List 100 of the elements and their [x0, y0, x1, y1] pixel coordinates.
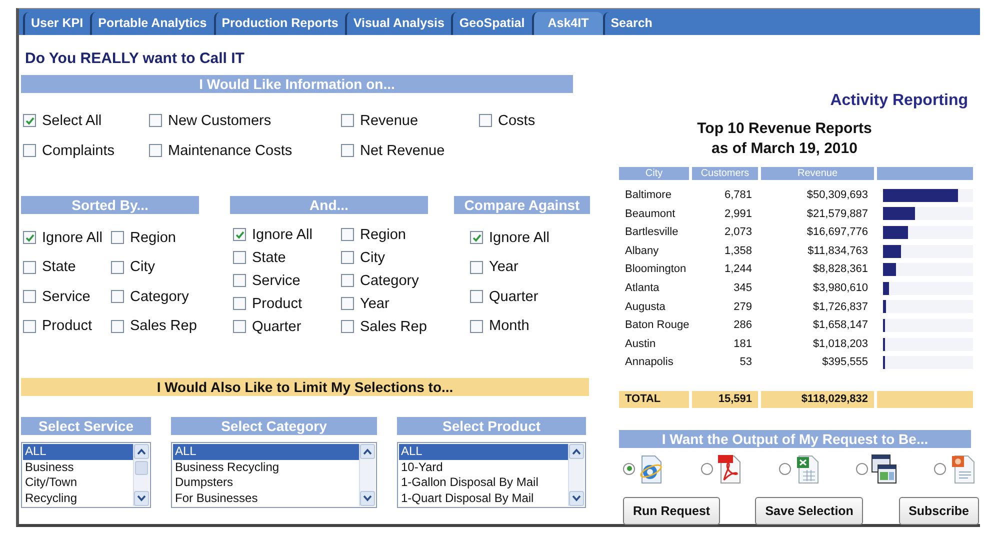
checkbox[interactable] [23, 260, 36, 274]
table-cell-text: Atlanta [624, 280, 660, 296]
tab[interactable]: Search [602, 12, 660, 35]
radio-button[interactable] [856, 462, 868, 475]
checkbox[interactable] [341, 144, 354, 157]
tab[interactable]: User KPI [23, 12, 90, 35]
checkbox-label: Quarter [252, 318, 302, 334]
checkbox[interactable] [341, 274, 354, 287]
checkbox[interactable] [149, 144, 162, 157]
list-item[interactable]: Dumpsters [173, 475, 359, 490]
list-item[interactable]: ALL [173, 444, 359, 460]
table-cell-text: 279 [732, 300, 753, 315]
table-cell-text: 2,073 [723, 225, 753, 240]
scrollbar-thumb[interactable] [135, 461, 148, 475]
list-item[interactable]: For Businesses [173, 490, 359, 506]
checkbox[interactable] [111, 320, 124, 332]
chevron-down-icon [363, 495, 372, 502]
checkbox[interactable] [233, 251, 246, 264]
table-cell-text: Bartlesville [624, 225, 680, 240]
checkbox[interactable] [233, 320, 246, 333]
checkbox-label: Region [130, 230, 176, 246]
list-item[interactable]: Recycling [23, 490, 133, 506]
scroll-down-button[interactable] [360, 491, 375, 506]
list-item[interactable]: Business Recycling [173, 460, 359, 475]
total-cell: TOTAL [619, 390, 689, 408]
chevron-down-icon [572, 495, 581, 502]
checkbox[interactable] [470, 231, 483, 244]
action-button[interactable]: Run Request [623, 496, 720, 525]
tab[interactable]: Portable Analytics [90, 12, 214, 35]
list-item[interactable]: City/Town [23, 475, 133, 490]
checkbox-label: Region [360, 226, 406, 242]
table-cell-text: 345 [732, 280, 753, 296]
list-item[interactable]: ALL [399, 444, 568, 460]
scroll-down-button[interactable] [569, 491, 584, 506]
checkbox[interactable] [470, 320, 483, 332]
scrollbar[interactable] [568, 444, 584, 506]
list-item[interactable]: 1-Quart Disposal By Mail [399, 490, 568, 506]
scroll-up-button[interactable] [569, 444, 584, 459]
presentation-icon [949, 452, 975, 485]
checkbox[interactable] [23, 114, 36, 127]
checkbox-label: Sales Rep [360, 318, 427, 334]
radio-button[interactable] [700, 462, 713, 475]
tab[interactable]: Production Reports [214, 12, 346, 35]
table-cell-text: $50,309,693 [806, 188, 869, 203]
checkbox[interactable] [341, 251, 354, 264]
checkbox-label: Ignore All [489, 230, 550, 246]
section-header: I Would Also Like to Limit My Selections to... [21, 378, 589, 396]
column-header: Revenue [761, 167, 874, 180]
checkbox[interactable] [470, 260, 483, 274]
action-button[interactable]: Save Selection [755, 496, 864, 525]
checkbox[interactable] [23, 144, 36, 157]
chevron-down-icon [137, 495, 146, 502]
checkbox[interactable] [341, 297, 354, 310]
radio-button[interactable] [778, 462, 790, 475]
column-header: City [619, 167, 689, 180]
checkbox[interactable] [111, 231, 124, 244]
checkbox[interactable] [149, 114, 162, 127]
list-box[interactable]: ALL Business Recycling Dumpsters For Businesses [171, 442, 377, 508]
checkbox[interactable] [341, 228, 354, 241]
checkbox-label: Net Revenue [360, 142, 445, 158]
table-cell-text: Baton Rouge [624, 318, 689, 334]
table-cell-text: $395,555 [821, 355, 869, 370]
radio-button[interactable] [623, 462, 635, 475]
checkbox[interactable] [341, 114, 354, 127]
checkbox[interactable] [111, 290, 124, 303]
checkbox[interactable] [233, 228, 246, 241]
scroll-up-button[interactable] [360, 444, 375, 459]
table-cell-text: Annapolis [624, 355, 674, 370]
checkbox[interactable] [23, 320, 36, 332]
checkbox[interactable] [479, 114, 492, 127]
checkbox-label: Service [252, 272, 300, 288]
action-button[interactable]: Subscribe [898, 496, 979, 525]
scroll-down-button[interactable] [134, 491, 149, 506]
list-item[interactable]: Business [23, 460, 133, 475]
checkbox[interactable] [111, 260, 124, 274]
table-cell-text: Beaumont [624, 206, 676, 222]
web-page-icon [638, 452, 664, 485]
checkbox[interactable] [341, 320, 354, 333]
list-box[interactable]: ALL Business City/Town Recycling [21, 442, 151, 508]
chevron-up-icon [572, 448, 581, 455]
checkbox[interactable] [23, 290, 36, 303]
checkbox[interactable] [23, 231, 36, 244]
scrollbar[interactable] [133, 444, 149, 506]
radio-button[interactable] [934, 462, 946, 475]
table-cell-text: 53 [738, 355, 753, 370]
checkbox-label: Product [252, 296, 302, 312]
list-item[interactable]: ALL [23, 444, 133, 460]
checkbox-label: Select All [42, 112, 102, 128]
checkbox-label: Maintenance Costs [168, 142, 292, 158]
tab[interactable]: Visual Analysis [345, 12, 452, 35]
column-header: Customers [692, 167, 758, 180]
scroll-up-button[interactable] [134, 444, 149, 459]
checkbox[interactable] [233, 274, 246, 287]
table-cell-text: 6,781 [723, 188, 753, 203]
checkbox[interactable] [233, 297, 246, 310]
list-item[interactable]: 10-Yard [399, 460, 568, 475]
scrollbar[interactable] [359, 444, 375, 506]
list-box[interactable]: ALL 10-Yard 1-Gallon Disposal By Mail 1-Quart Disposal By Mail [397, 442, 586, 508]
list-item[interactable]: 1-Gallon Disposal By Mail [399, 475, 568, 490]
checkbox[interactable] [470, 290, 483, 303]
